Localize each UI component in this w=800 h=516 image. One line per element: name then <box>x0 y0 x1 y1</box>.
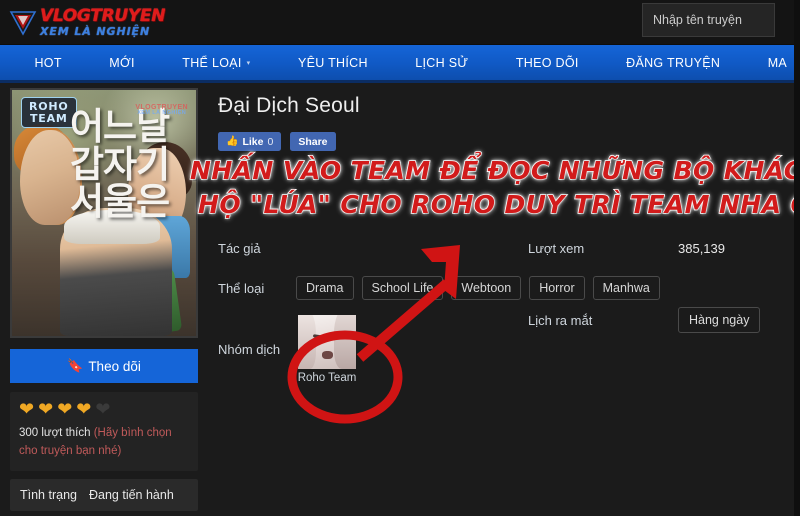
likes-summary: 300 lượt thích (Hãy bình chọn cho truyện… <box>19 425 189 461</box>
views-value: 385,139 <box>678 240 725 256</box>
avatar-mouth <box>322 351 333 359</box>
cover-watermark-bottom: XEM LÀ NGHIỆN <box>137 110 187 117</box>
page-title: Đại Dịch Seoul <box>218 94 360 117</box>
bookmark-icon: 🔖 <box>67 358 84 373</box>
schedule-value-button[interactable]: Hàng ngày <box>678 307 761 333</box>
heart-rating[interactable]: ❤ ❤ ❤ ❤ ❤ <box>19 400 189 418</box>
nav-item-label: YÊU THÍCH <box>297 55 368 70</box>
nav-item-the-loai[interactable]: THỂ LOẠI ▾ <box>169 56 263 70</box>
nav-item-label: THEO DÕI <box>515 55 579 70</box>
facebook-share-label: Share <box>298 135 328 148</box>
facebook-share-button[interactable]: Share <box>290 132 336 151</box>
info-right-column: Lượt xem 385,139 Lịch ra mắt Hàng ngày <box>528 235 790 347</box>
nav-item-yeu-thich[interactable]: YÊU THÍCH <box>285 56 381 70</box>
nav-item-label: HOT <box>34 55 62 70</box>
heart-icon-empty[interactable]: ❤ <box>95 400 110 418</box>
author-label: Tác giả <box>218 240 261 256</box>
right-column: Đại Dịch Seoul 👍 Like 0 Share Tác giả Th <box>218 86 790 398</box>
search-input[interactable] <box>642 3 775 37</box>
follow-button[interactable]: 🔖 Theo dõi <box>10 349 198 383</box>
genre-label: Thể loại <box>218 280 265 296</box>
translation-team-link[interactable]: Roho Team <box>296 315 358 384</box>
facebook-like-label: Like <box>242 135 264 148</box>
likes-count-text: 300 lượt thích <box>19 427 91 439</box>
nav-item-label: MA <box>767 55 788 70</box>
views-label: Lượt xem <box>528 240 585 256</box>
facebook-like-button[interactable]: 👍 Like 0 <box>218 132 282 151</box>
nav-item-moi[interactable]: MỚI <box>96 56 148 70</box>
nav-item-dang-truyen[interactable]: ĐĂNG TRUYỆN <box>613 56 733 70</box>
heart-icon[interactable]: ❤ <box>19 400 34 418</box>
comic-info-grid: Tác giả Thể loại Drama School Life Webto… <box>218 235 790 384</box>
nav-item-label: MỚI <box>109 55 135 70</box>
avatar-hair-right <box>334 315 356 369</box>
page-root: VLOGTRUYEN XEM LÀ NGHIỆN HOT MỚI THỂ LOẠ… <box>0 0 800 516</box>
triangle-v-logo-icon <box>8 7 38 37</box>
cover-badge-line1: ROHO <box>29 100 69 113</box>
genre-tag-webtoon[interactable]: Webtoon <box>451 276 522 300</box>
cover-team-badge: ROHO TEAM <box>21 97 77 129</box>
site-logo[interactable]: VLOGTRUYEN XEM LÀ NGHIỆN <box>8 2 165 42</box>
heart-icon[interactable]: ❤ <box>38 400 53 418</box>
follow-button-label: Theo dõi <box>88 358 141 374</box>
site-header: VLOGTRUYEN XEM LÀ NGHIỆN <box>0 0 800 45</box>
main-navigation: HOT MỚI THỂ LOẠI ▾ YÊU THÍCH LỊCH SỬ THE… <box>0 45 800 83</box>
thumbs-up-icon: 👍 <box>226 136 239 147</box>
team-name-label: Roho Team <box>297 372 357 384</box>
logo-primary-text: VLOGTRUYEN <box>40 5 166 26</box>
nav-item-label: LỊCH SỬ <box>415 55 469 70</box>
nav-item-theo-doi[interactable]: THEO DÕI <box>503 56 592 70</box>
left-column: ROHO TEAM 어느날 갑자기 서울은 VLOGTRUYEN XEM LÀ … <box>10 88 198 511</box>
team-avatar <box>298 315 356 369</box>
info-row-views: Lượt xem 385,139 <box>528 235 790 261</box>
team-label: Nhóm dịch <box>218 342 281 357</box>
cover-watermark: VLOGTRUYEN XEM LÀ NGHIỆN <box>135 104 188 117</box>
status-label: Tình trạng <box>20 487 77 502</box>
genre-tag-drama[interactable]: Drama <box>296 276 354 300</box>
info-row-schedule: Lịch ra mắt Hàng ngày <box>528 307 790 333</box>
genre-tag-school-life[interactable]: School Life <box>361 276 444 300</box>
avatar-hair-left <box>298 315 316 369</box>
rating-panel: ❤ ❤ ❤ ❤ ❤ 300 lượt thích (Hãy bình chọn … <box>10 392 198 471</box>
status-panel: Tình trạng Đang tiến hành <box>10 478 198 511</box>
social-buttons: 👍 Like 0 Share <box>218 132 790 151</box>
cover-badge-line2: TEAM <box>29 111 68 125</box>
cover-korean-title: 어느날 갑자기 서울은 <box>70 105 170 224</box>
nav-item-lich-su[interactable]: LỊCH SỬ <box>402 56 481 70</box>
heart-icon[interactable]: ❤ <box>76 400 91 418</box>
facebook-like-count: 0 <box>267 135 274 148</box>
heart-icon[interactable]: ❤ <box>57 400 72 418</box>
schedule-label: Lịch ra mắt <box>528 312 593 328</box>
chevron-down-icon: ▾ <box>246 59 251 67</box>
nav-item-label: THỂ LOẠI <box>182 55 242 70</box>
right-edge-strip <box>794 0 800 516</box>
nav-item-hot[interactable]: HOT <box>21 56 74 70</box>
logo-secondary-text: XEM LÀ NGHIỆN <box>40 24 151 38</box>
page-content: ROHO TEAM 어느날 갑자기 서울은 VLOGTRUYEN XEM LÀ … <box>0 86 800 516</box>
comic-cover-image[interactable]: ROHO TEAM 어느날 갑자기 서울은 VLOGTRUYEN XEM LÀ … <box>10 88 198 338</box>
status-value: Đang tiến hành <box>88 487 174 502</box>
nav-item-label: ĐĂNG TRUYỆN <box>626 55 721 70</box>
